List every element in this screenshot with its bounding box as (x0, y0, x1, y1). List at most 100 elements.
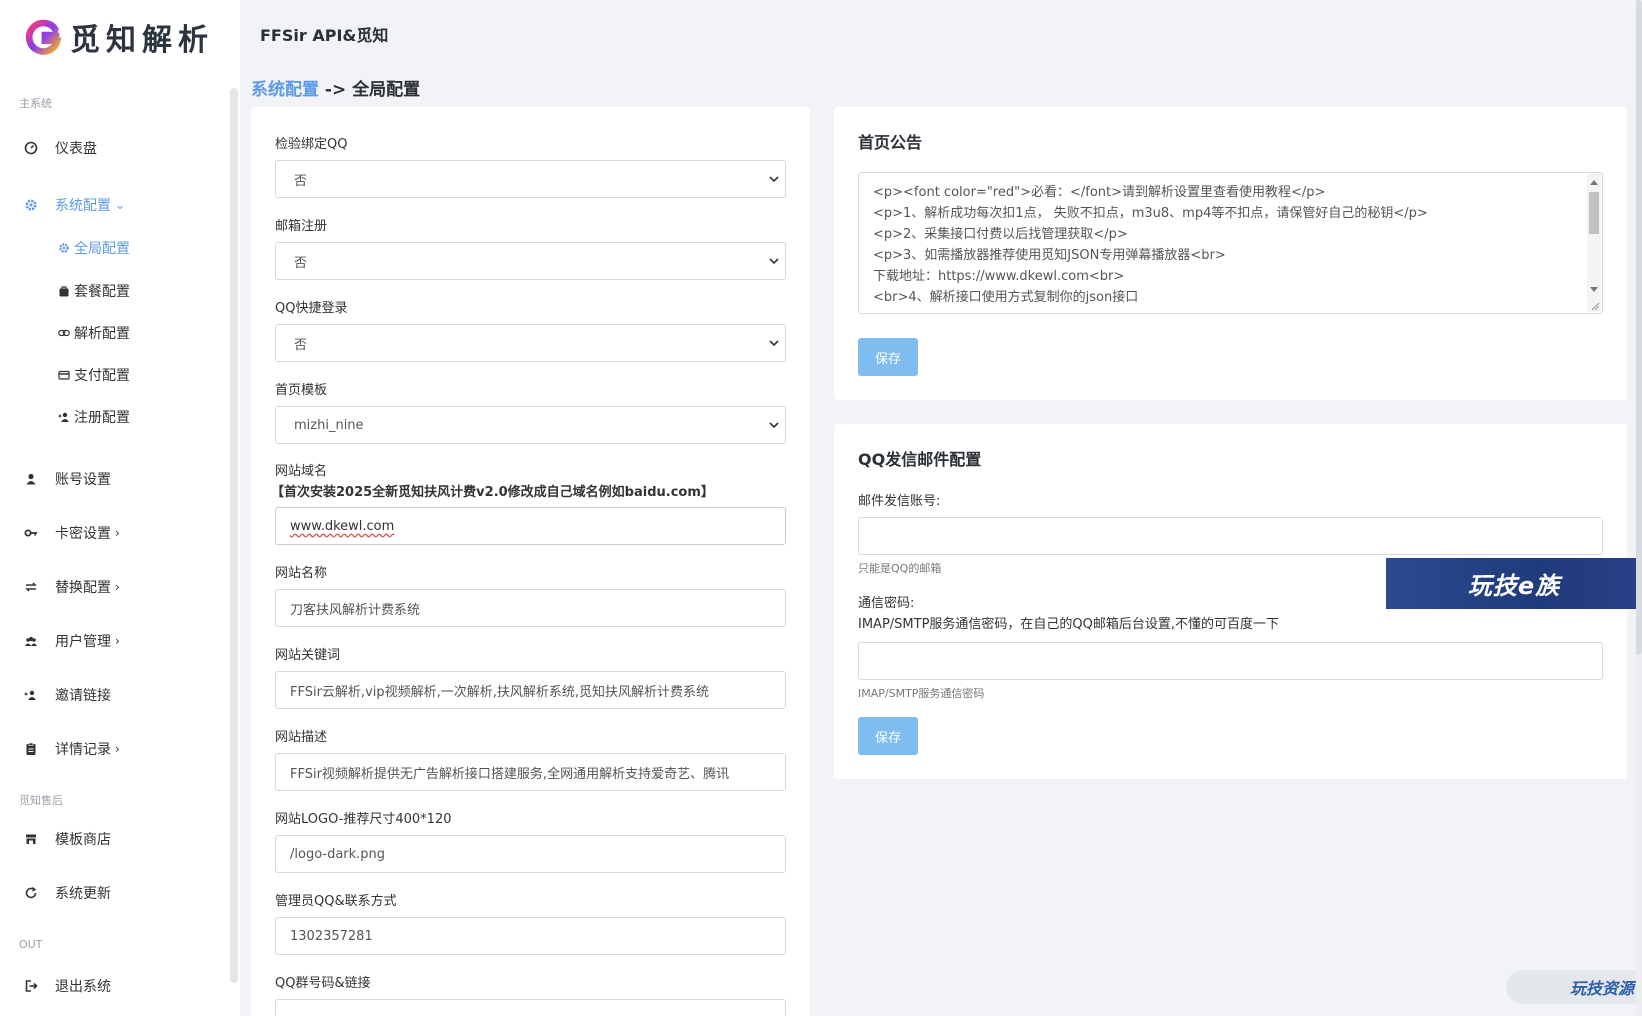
keywords-input[interactable]: FFSir云解析,vip视频解析,一次解析,扶风解析系统,觅知扶风解析计费系统 (275, 671, 786, 709)
mail-password-input[interactable] (858, 642, 1603, 680)
chevron-down-icon (769, 340, 779, 347)
scroll-down-arrow-icon[interactable] (1590, 287, 1598, 292)
sidebar-item-users[interactable]: 用户管理 › (24, 628, 120, 654)
scroll-up-arrow-icon[interactable] (1590, 180, 1598, 185)
breadcrumb-parent-link[interactable]: 系统配置 (251, 80, 319, 100)
domain-input[interactable]: www.dkewl.com (275, 507, 786, 545)
sidebar-item-account[interactable]: 账号设置 (24, 466, 111, 492)
topbar-title: FFSir API&觅知 (260, 26, 389, 45)
logo-input[interactable]: /logo-dark.png (275, 835, 786, 873)
brand[interactable]: 觅知解析 (24, 14, 214, 60)
qq-bind-label: 检验绑定QQ (275, 137, 348, 152)
qq-login-label: QQ快捷登录 (275, 301, 348, 316)
sidebar-item-logout[interactable]: 退出系统 (24, 973, 111, 999)
home-template-select[interactable]: mizhi_nine (275, 406, 786, 444)
g-logo-icon (25, 19, 62, 55)
sidebar-item-label: 系统配置 (55, 198, 111, 214)
sidebar-item-card-key[interactable]: 卡密设置 › (24, 520, 120, 546)
chevron-down-icon (769, 258, 779, 265)
home-template-label: 首页模板 (275, 383, 328, 398)
store-icon (24, 832, 38, 846)
qq-bind-value: 否 (294, 173, 308, 189)
description-value: FFSir视频解析提供无广告解析接口搭建服务,全网通用解析支持爱奇艺、腾讯 (290, 766, 730, 782)
notice-title: 首页公告 (858, 133, 923, 152)
sidebar-item-dashboard[interactable]: 仪表盘 (24, 135, 97, 161)
domain-label: 网站域名 (275, 464, 328, 479)
page-scroll-thumb[interactable] (1636, 0, 1642, 655)
resize-grip-icon[interactable] (1590, 301, 1600, 311)
description-label: 网站描述 (275, 730, 328, 745)
sidebar-item-label: 详情记录 (55, 742, 111, 758)
logo-label: 网站LOGO-推荐尺寸400*120 (275, 812, 452, 827)
chevron-right-icon: › (115, 580, 120, 594)
gear-icon (24, 198, 38, 212)
sidebar-item-label: 系统更新 (55, 886, 111, 902)
watermark-badge[interactable]: 玩技资源 (1506, 970, 1642, 1004)
sidebar-subitem-label: 支付配置 (74, 368, 130, 384)
sidebar-item-records[interactable]: 详情记录 › (24, 736, 120, 762)
user-icon (24, 472, 38, 486)
sidebar-subitem-parse[interactable]: 解析配置 (58, 322, 130, 344)
users-icon (24, 634, 38, 648)
sidebar-subitem-label: 注册配置 (74, 410, 130, 426)
nav-section-after-sale: 觅知售后 (19, 794, 63, 807)
description-input[interactable]: FFSir视频解析提供无广告解析接口搭建服务,全网通用解析支持爱奇艺、腾讯 (275, 753, 786, 791)
gauge-icon (24, 141, 38, 155)
sidebar-subitem-package[interactable]: 套餐配置 (58, 280, 130, 302)
chevron-right-icon: › (115, 526, 120, 540)
key-icon (24, 526, 38, 540)
admin-qq-value: 1302357281 (290, 928, 373, 944)
sidebar-item-template-store[interactable]: 模板商店 (24, 826, 111, 852)
notice-scrollbar[interactable] (1587, 174, 1601, 312)
nav-section-main: 主系统 (19, 97, 52, 110)
logout-icon (24, 979, 38, 993)
sidebar-subitem-label: 全局配置 (74, 241, 130, 257)
sidebar-subitem-label: 解析配置 (74, 326, 130, 342)
site-name-input[interactable]: 刀客扶风解析计费系统 (275, 589, 786, 627)
mail-account-input[interactable] (858, 517, 1603, 555)
link-icon (58, 327, 70, 339)
chevron-down-icon (769, 176, 779, 183)
card-icon (58, 369, 70, 381)
sidebar-subitem-register[interactable]: 注册配置 (58, 406, 130, 428)
clipboard-icon (24, 742, 38, 756)
qq-login-value: 否 (294, 337, 308, 353)
mail-password-hint: IMAP/SMTP服务通信密码 (858, 687, 985, 700)
qq-group-input[interactable] (275, 999, 786, 1016)
global-config-card: 检验绑定QQ 否 邮箱注册 否 QQ快捷登录 否 首页模板 mizhi_nine… (251, 107, 810, 1016)
notice-line: 下载地址：https://www.dkewl.com<br> (873, 269, 1125, 284)
swap-icon (24, 580, 38, 594)
ad-banner[interactable]: 玩技e族 (1386, 558, 1642, 609)
refresh-icon (24, 886, 38, 900)
qq-login-select[interactable]: 否 (275, 324, 786, 362)
sidebar-item-update[interactable]: 系统更新 (24, 880, 111, 906)
sidebar-item-invite[interactable]: 邀请链接 (24, 682, 111, 708)
sidebar-item-system-config[interactable]: 系统配置 ⌄ (24, 192, 125, 218)
mail-save-button[interactable]: 保存 (858, 717, 918, 755)
sidebar-subitem-pay[interactable]: 支付配置 (58, 364, 130, 386)
sidebar-item-label: 邀请链接 (55, 688, 111, 704)
qq-bind-select[interactable]: 否 (275, 160, 786, 198)
mail-password-label: 通信密码: (858, 596, 915, 611)
admin-qq-label: 管理员QQ&联系方式 (275, 894, 397, 909)
email-register-select[interactable]: 否 (275, 242, 786, 280)
sidebar-item-label: 卡密设置 (55, 526, 111, 542)
sidebar-subitem-label: 套餐配置 (74, 284, 130, 300)
sidebar-item-replace[interactable]: 替换配置 › (24, 574, 120, 600)
scroll-thumb[interactable] (1589, 192, 1599, 234)
notice-save-button[interactable]: 保存 (858, 338, 918, 376)
sidebar-subitem-global[interactable]: 全局配置 (58, 237, 130, 259)
keywords-value: FFSir云解析,vip视频解析,一次解析,扶风解析系统,觅知扶风解析计费系统 (290, 684, 710, 700)
breadcrumb-separator: -> (324, 80, 347, 100)
keywords-label: 网站关键词 (275, 648, 341, 663)
domain-help-text: 【首次安装2025全新觅知扶风计费v2.0修改成自己域名例如baidu.com】 (271, 485, 714, 500)
admin-qq-input[interactable]: 1302357281 (275, 917, 786, 955)
mail-password-help: IMAP/SMTP服务通信密码，在自己的QQ邮箱后台设置,不懂的可百度一下 (858, 617, 1280, 632)
notice-line: <p>2、采集接口付费以后找管理获取</p> (873, 227, 1128, 242)
sidebar-scrollbar[interactable] (230, 88, 238, 983)
qq-group-label: QQ群号码&链接 (275, 976, 371, 991)
mail-account-hint: 只能是QQ的邮箱 (858, 562, 942, 575)
notice-textarea[interactable]: <p><font color="red">必看：</font>请到解析设置里查看… (858, 172, 1603, 314)
page-scrollbar[interactable] (1636, 0, 1642, 1016)
logo-value: /logo-dark.png (290, 846, 386, 862)
